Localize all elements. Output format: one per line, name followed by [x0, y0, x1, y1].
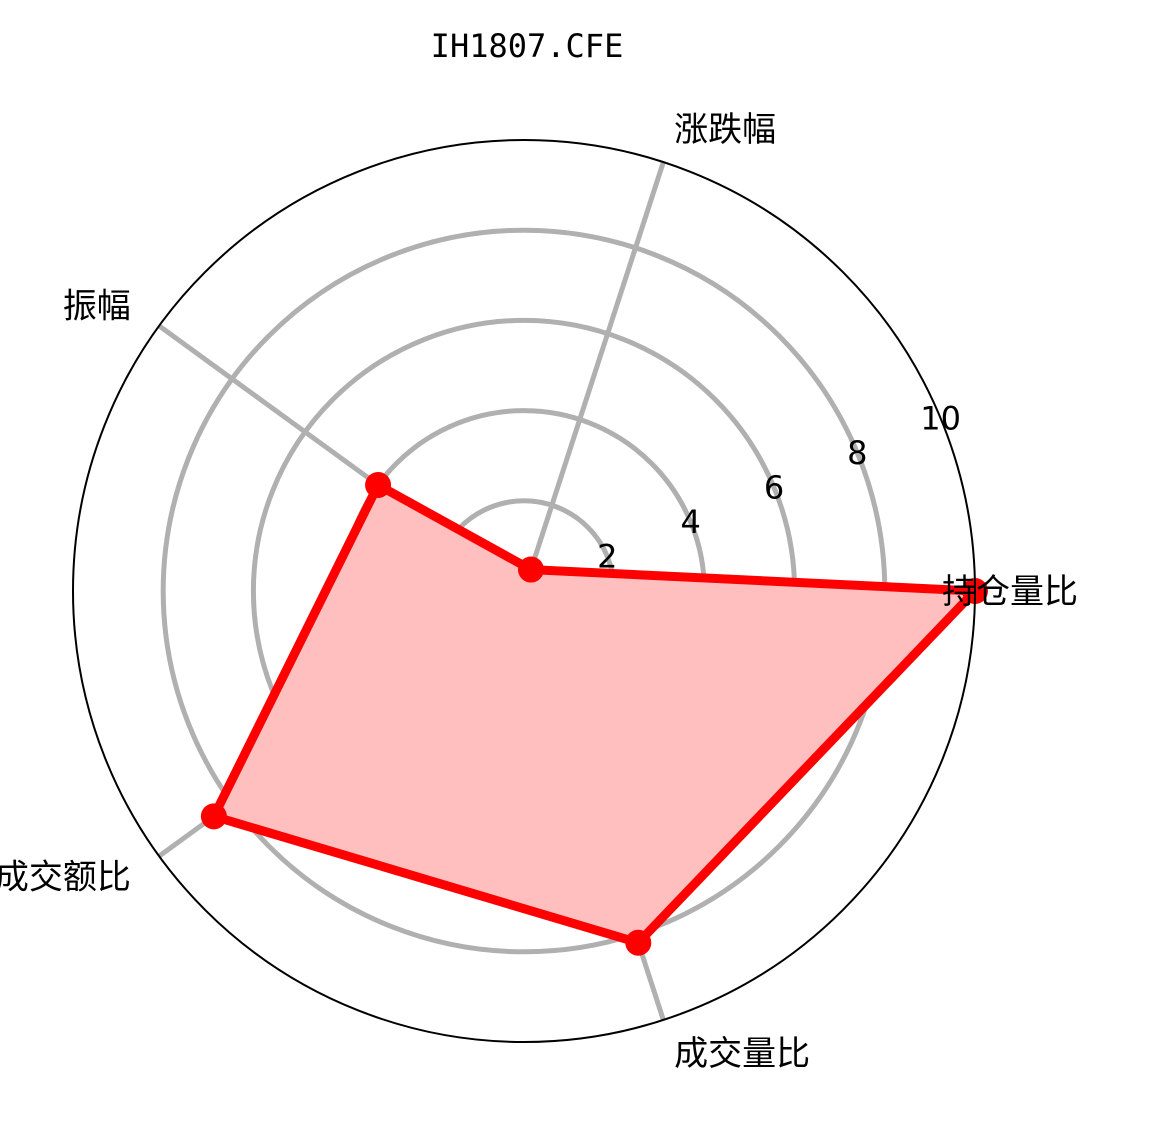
axis-label: 成交额比	[0, 858, 131, 898]
r-tick-label: 2	[597, 537, 617, 575]
r-tick-label: 8	[847, 434, 867, 472]
axis-spoke	[521, 161, 666, 592]
data-point	[200, 803, 227, 830]
chart-title: IH1807.CFE	[431, 27, 624, 65]
data-point	[517, 556, 544, 583]
axis-label: 成交量比	[674, 1034, 810, 1074]
r-tick-label: 6	[764, 468, 784, 506]
axis-label: 振幅	[63, 286, 131, 326]
axis-label: 持仓量比	[942, 572, 1078, 612]
data-point	[625, 929, 652, 956]
series-layer	[200, 471, 988, 956]
radar-chart: IH1807.CFE 246810 持仓量比涨跌幅振幅成交额比成交量比	[0, 27, 1078, 1074]
r-tick-label: 4	[680, 503, 700, 541]
axis-label: 涨跌幅	[674, 110, 776, 150]
data-point	[365, 471, 392, 498]
radial-tick-labels: 246810	[597, 399, 961, 575]
